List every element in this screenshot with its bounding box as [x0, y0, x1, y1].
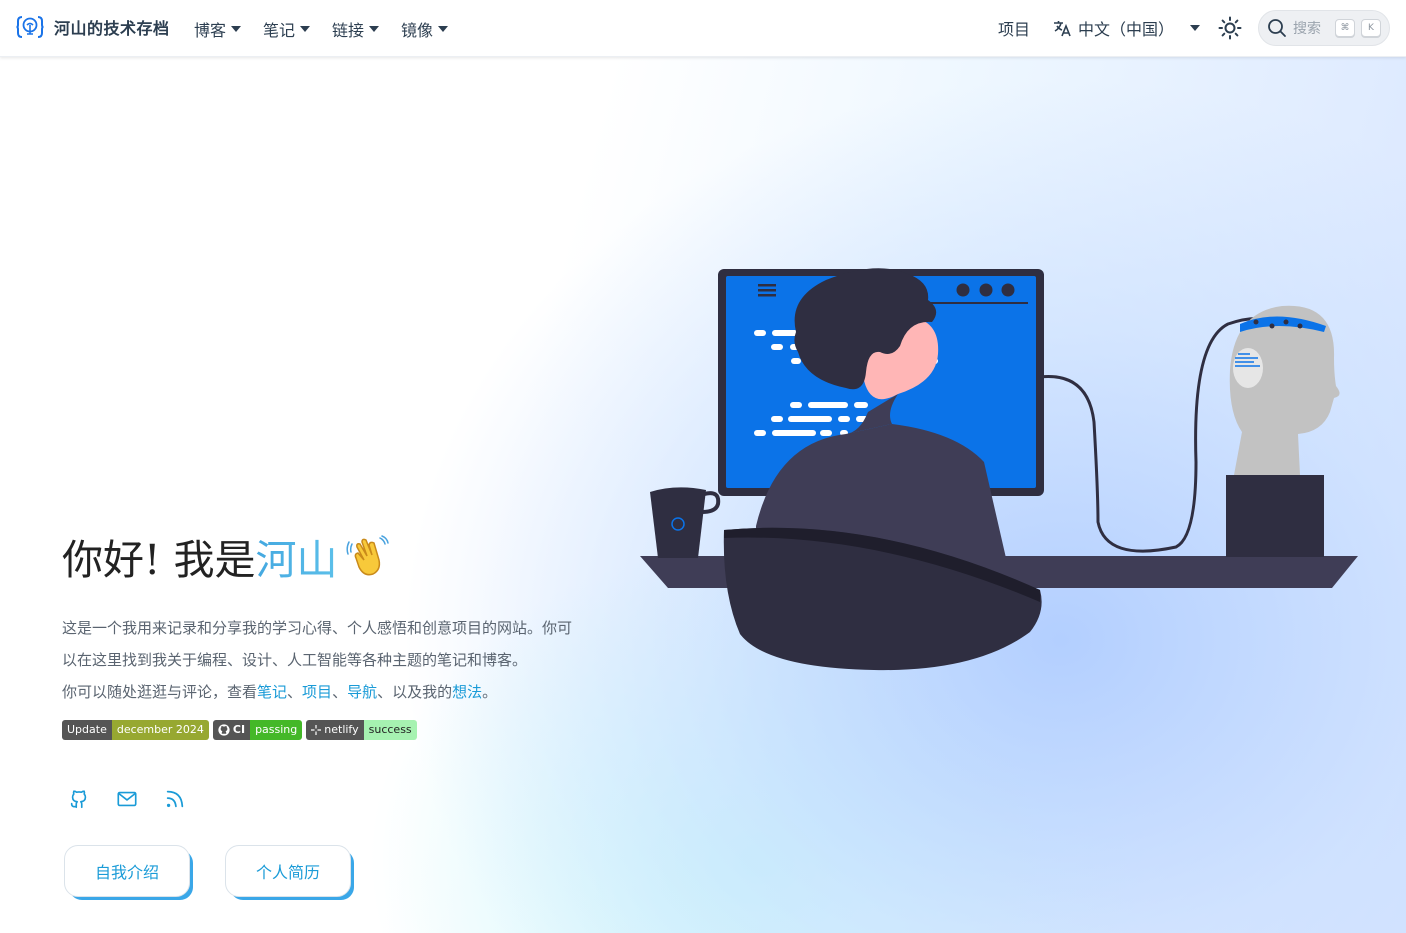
description-line-2-end: 。: [482, 683, 498, 701]
link-navigation[interactable]: 导航: [347, 683, 377, 701]
description-line-2-mid: 、以及我的: [377, 683, 453, 701]
window-dot: [1001, 283, 1015, 297]
netlify-badge-label: netlify: [306, 720, 364, 740]
site-brand[interactable]: 河山的技术存档: [16, 13, 170, 41]
ci-badge[interactable]: CI passing: [212, 720, 303, 740]
separator: 、: [332, 683, 348, 701]
ci-badge-value: passing: [250, 720, 303, 740]
caret-down-icon: [369, 26, 380, 32]
top-navbar: 河山的技术存档 博客 笔记 链接 镜像 项目 中文（中国） 搜索 ⌘ K: [0, 0, 1406, 57]
nav-right: 项目 中文（中国） 搜索 ⌘ K: [998, 10, 1390, 46]
social-links: [68, 788, 186, 810]
ci-badge-label: CI: [212, 720, 251, 740]
language-label: 中文（中国）: [1077, 20, 1174, 39]
menu-mirrors[interactable]: 镜像: [401, 17, 449, 41]
caret-down-icon: [231, 26, 242, 32]
site-title: 河山的技术存档: [54, 19, 170, 38]
k-key-hint: K: [1361, 19, 1381, 37]
netlify-badge[interactable]: netlify success: [306, 720, 417, 740]
search-icon: [1268, 19, 1286, 37]
ci-badge-text: CI: [232, 723, 246, 736]
status-badges: Update december 2024 CI passing netlify …: [62, 720, 417, 740]
separator: 、: [287, 683, 303, 701]
nav-menus: 博客 笔记 链接 镜像: [194, 17, 449, 41]
update-badge-value: december 2024: [111, 720, 209, 740]
hero-title-name: 河山: [256, 526, 338, 586]
resume-button[interactable]: 个人简历: [225, 845, 351, 897]
brain-logo-icon: [16, 16, 44, 38]
mail-icon[interactable]: [116, 788, 138, 810]
link-thoughts[interactable]: 想法: [452, 683, 482, 701]
language-selector[interactable]: 中文（中国）: [1052, 16, 1200, 40]
update-badge-label: Update: [62, 720, 112, 740]
menu-notes[interactable]: 笔记: [263, 17, 311, 41]
netlify-icon: [311, 725, 322, 735]
menu-blog[interactable]: 博客: [194, 17, 242, 41]
about-me-button[interactable]: 自我介绍: [64, 845, 190, 897]
menu-links[interactable]: 链接: [332, 17, 380, 41]
description-line-2: 你可以随处逛逛与评论，查看笔记、项目、导航、以及我的想法。: [62, 676, 582, 708]
screen-divider: [920, 302, 1028, 304]
pedestal: [1226, 475, 1324, 557]
menu-links-label: 链接: [332, 21, 365, 40]
menu-mirrors-label: 镜像: [401, 21, 434, 40]
description-line-2-prefix: 你可以随处逛逛与评论，查看: [62, 683, 258, 701]
update-badge[interactable]: Update december 2024: [62, 720, 209, 740]
window-dot: [956, 283, 970, 297]
search-box[interactable]: 搜索 ⌘ K: [1258, 10, 1390, 46]
hero-description: 这是一个我用来记录和分享我的学习心得、个人感悟和创意项目的网站。你可以在这里找到…: [62, 612, 582, 708]
menu-blog-label: 博客: [194, 21, 227, 40]
description-line-1: 这是一个我用来记录和分享我的学习心得、个人感悟和创意项目的网站。你可以在这里找到…: [62, 619, 573, 669]
hero-title-prefix: 你好! 我是: [62, 536, 256, 584]
sun-icon[interactable]: [1218, 16, 1242, 40]
waving-hand-icon: [345, 535, 389, 576]
search-placeholder: 搜索: [1293, 21, 1321, 37]
window-dot: [979, 283, 993, 297]
screen-menu-icon: [758, 284, 776, 297]
caret-down-icon: [300, 26, 311, 32]
github-icon[interactable]: [68, 788, 90, 810]
projects-link[interactable]: 项目: [998, 16, 1030, 40]
link-projects[interactable]: 项目: [302, 683, 332, 701]
rss-icon[interactable]: [164, 788, 186, 810]
menu-notes-label: 笔记: [263, 21, 296, 40]
caret-down-icon: [1190, 25, 1200, 31]
github-icon: [218, 724, 230, 736]
translate-icon: [1053, 21, 1071, 37]
coffee-mug: [650, 487, 706, 558]
command-key-hint: ⌘: [1335, 19, 1355, 37]
link-notes[interactable]: 笔记: [257, 683, 287, 701]
netlify-badge-value: success: [363, 720, 417, 740]
netlify-badge-text: netlify: [324, 723, 359, 736]
hero-title: 你好! 我是 河山: [62, 526, 390, 586]
caret-down-icon: [438, 26, 449, 32]
developer-at-desk-illustration: [640, 268, 1358, 671]
